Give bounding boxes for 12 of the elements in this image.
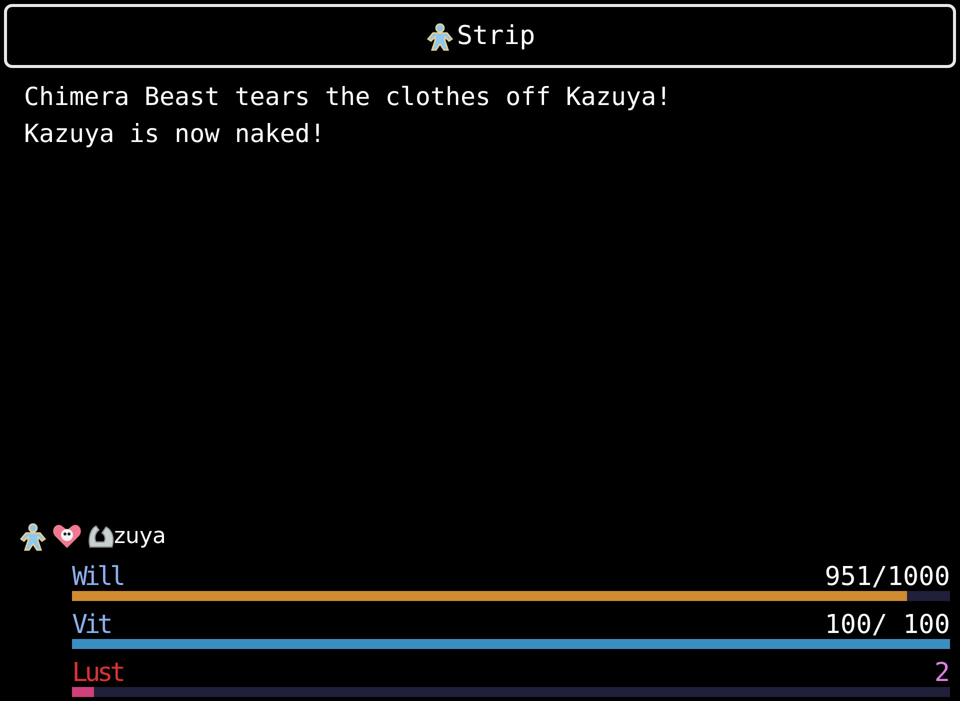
- gauge-reading: 100/ 100: [824, 611, 950, 639]
- actor-name: zuya: [114, 524, 166, 548]
- gauge-label: Lust: [72, 659, 123, 687]
- gauge-label: Will: [72, 563, 123, 591]
- figure-icon: [18, 521, 48, 551]
- battle-message: Chimera Beast tears the clothes off Kazuya!: [24, 81, 672, 113]
- battle-message: Kazuya is now naked!: [24, 118, 326, 150]
- gauge-reading: 2: [934, 659, 950, 687]
- window-title: Strip: [456, 21, 536, 51]
- gauge-label: Vit: [72, 611, 110, 639]
- gauge-reading: 951/1000: [824, 563, 950, 591]
- figure-icon: [424, 21, 455, 51]
